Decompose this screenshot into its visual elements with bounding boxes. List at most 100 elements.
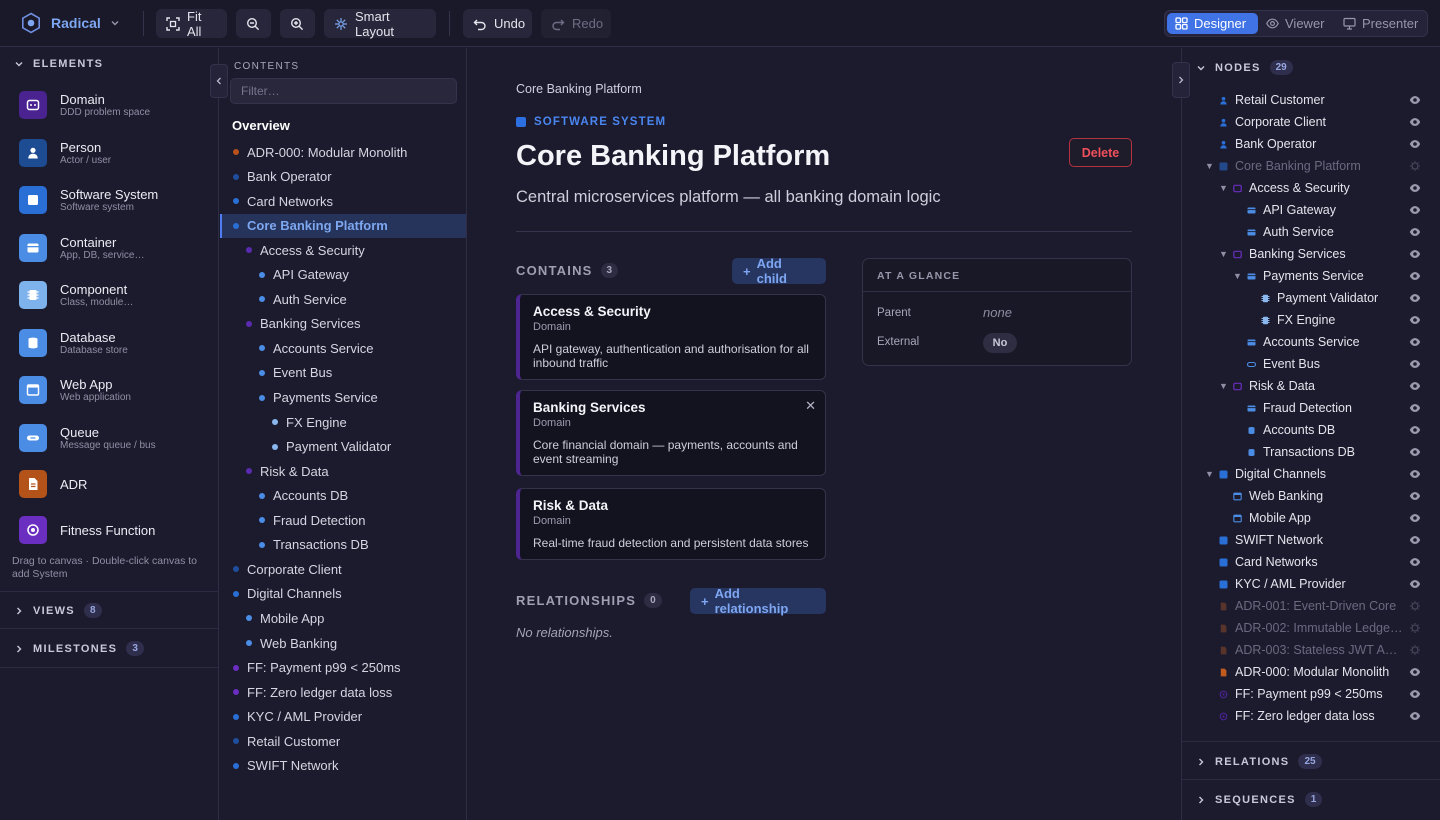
palette-item-person[interactable]: Person Actor / user — [19, 135, 209, 171]
node-row[interactable]: ▼ Core Banking Platform — [1182, 155, 1440, 177]
undo-button[interactable]: Undo — [463, 9, 532, 38]
milestones-section-toggle[interactable]: MILESTONES 3 — [14, 641, 144, 656]
eye-icon[interactable] — [1409, 182, 1421, 194]
expand-caret-icon[interactable]: ▼ — [1219, 183, 1229, 193]
node-row[interactable]: FF: Zero ledger data loss — [1182, 705, 1440, 727]
node-row[interactable]: ▼ Payments Service — [1182, 265, 1440, 287]
node-row[interactable]: Bank Operator — [1182, 133, 1440, 155]
node-row[interactable]: ADR-002: Immutable Ledge… — [1182, 617, 1440, 639]
add-child-button[interactable]: + Add child — [732, 256, 826, 286]
palette-item-container[interactable]: Container App, DB, service… — [19, 230, 209, 266]
tree-item[interactable]: FX Engine — [220, 410, 466, 434]
tree-item[interactable]: Card Networks — [220, 189, 466, 213]
eye-icon[interactable] — [1409, 226, 1421, 238]
eye-icon[interactable] — [1409, 446, 1421, 458]
collapse-right-panel-button[interactable] — [1172, 62, 1190, 98]
tree-item[interactable]: Payments Service — [220, 386, 466, 410]
palette-item-fitness-function[interactable]: Fitness Function — [19, 512, 209, 548]
tree-item[interactable]: KYC / AML Provider — [220, 705, 466, 729]
child-card[interactable]: Banking Services Domain Core financial d… — [516, 390, 826, 476]
tree-item[interactable]: Accounts DB — [220, 484, 466, 508]
palette-item-component[interactable]: Component Class, module… — [19, 277, 209, 313]
eye-icon[interactable] — [1409, 424, 1421, 436]
tree-item[interactable]: Accounts Service — [220, 336, 466, 360]
node-row[interactable]: FF: Payment p99 < 250ms — [1182, 683, 1440, 705]
eye-icon[interactable] — [1409, 204, 1421, 216]
eye-icon[interactable] — [1409, 666, 1421, 678]
tree-item[interactable]: Payment Validator — [220, 435, 466, 459]
expand-caret-icon[interactable]: ▼ — [1233, 271, 1243, 281]
node-row[interactable]: KYC / AML Provider — [1182, 573, 1440, 595]
redo-button[interactable]: Redo — [541, 9, 611, 38]
eye-off-icon[interactable] — [1409, 600, 1421, 612]
tree-item[interactable]: SWIFT Network — [220, 754, 466, 778]
expand-caret-icon[interactable]: ▼ — [1219, 381, 1229, 391]
palette-item-database[interactable]: Database Database store — [19, 325, 209, 361]
node-row[interactable]: ▼ Access & Security — [1182, 177, 1440, 199]
filter-input[interactable] — [230, 78, 457, 104]
presenter-mode-button[interactable]: Presenter — [1335, 13, 1425, 34]
node-row[interactable]: ▼ Banking Services — [1182, 243, 1440, 265]
expand-caret-icon[interactable]: ▼ — [1205, 161, 1215, 171]
node-row[interactable]: Card Networks — [1182, 551, 1440, 573]
eye-icon[interactable] — [1409, 556, 1421, 568]
breadcrumb[interactable]: Core Banking Platform — [516, 82, 642, 96]
zoom-in-button[interactable] — [280, 9, 315, 38]
eye-icon[interactable] — [1409, 270, 1421, 282]
relations-section-toggle[interactable]: RELATIONS 25 — [1196, 754, 1322, 769]
tree-item[interactable]: Banking Services — [220, 312, 466, 336]
node-row[interactable]: Auth Service — [1182, 221, 1440, 243]
tree-item[interactable]: Auth Service — [220, 287, 466, 311]
eye-icon[interactable] — [1409, 358, 1421, 370]
tree-item[interactable]: Corporate Client — [220, 557, 466, 581]
palette-item-queue[interactable]: Queue Message queue / bus — [19, 420, 209, 456]
tree-item[interactable]: API Gateway — [220, 263, 466, 287]
element-description[interactable]: Central microservices platform — all ban… — [516, 188, 941, 207]
tree-item[interactable]: Risk & Data — [220, 459, 466, 483]
palette-item-domain[interactable]: Domain DDD problem space — [19, 87, 209, 123]
overview-link[interactable]: Overview — [232, 118, 290, 133]
eye-icon[interactable] — [1409, 534, 1421, 546]
node-row[interactable]: ADR-003: Stateless JWT A… — [1182, 639, 1440, 661]
eye-icon[interactable] — [1409, 490, 1421, 502]
brand-menu[interactable]: Radical — [20, 12, 120, 34]
node-row[interactable]: SWIFT Network — [1182, 529, 1440, 551]
tree-item[interactable]: FF: Zero ledger data loss — [220, 680, 466, 704]
tree-item[interactable]: Digital Channels — [220, 582, 466, 606]
close-icon[interactable]: ✕ — [805, 398, 816, 414]
views-section-toggle[interactable]: VIEWS 8 — [14, 603, 102, 618]
eye-icon[interactable] — [1409, 248, 1421, 260]
eye-icon[interactable] — [1409, 314, 1421, 326]
tree-item[interactable]: Core Banking Platform — [220, 213, 466, 238]
node-row[interactable]: Payment Validator — [1182, 287, 1440, 309]
page-title[interactable]: Core Banking Platform — [516, 140, 830, 173]
parent-value[interactable]: none — [983, 305, 1012, 320]
eye-icon[interactable] — [1409, 380, 1421, 392]
tree-item[interactable]: Bank Operator — [220, 165, 466, 189]
elements-section-toggle[interactable]: ELEMENTS — [14, 58, 103, 70]
palette-item-web-app[interactable]: Web App Web application — [19, 372, 209, 408]
eye-off-icon[interactable] — [1409, 160, 1421, 172]
eye-icon[interactable] — [1409, 336, 1421, 348]
nodes-section-toggle[interactable]: NODES 29 — [1196, 60, 1293, 75]
eye-icon[interactable] — [1409, 402, 1421, 414]
child-card[interactable]: Risk & Data Domain Real-time fraud detec… — [516, 488, 826, 560]
node-row[interactable]: FX Engine — [1182, 309, 1440, 331]
tree-item[interactable]: Mobile App — [220, 606, 466, 630]
tree-item[interactable]: Web Banking — [220, 631, 466, 655]
palette-item-software-system[interactable]: Software System Software system — [19, 182, 209, 218]
eye-icon[interactable] — [1409, 138, 1421, 150]
eye-icon[interactable] — [1409, 688, 1421, 700]
fit-all-button[interactable]: Fit All — [156, 9, 227, 39]
child-card[interactable]: Access & Security Domain API gateway, au… — [516, 294, 826, 380]
designer-mode-button[interactable]: Designer — [1167, 13, 1258, 34]
tree-item[interactable]: Transactions DB — [220, 533, 466, 557]
delete-button[interactable]: Delete — [1069, 138, 1132, 167]
tree-item[interactable]: Fraud Detection — [220, 508, 466, 532]
tree-item[interactable]: Retail Customer — [220, 729, 466, 753]
eye-icon[interactable] — [1409, 468, 1421, 480]
node-row[interactable]: Retail Customer — [1182, 89, 1440, 111]
external-toggle[interactable]: No — [983, 333, 1017, 353]
tree-item[interactable]: ADR-000: Modular Monolith — [220, 140, 466, 164]
eye-off-icon[interactable] — [1409, 644, 1421, 656]
